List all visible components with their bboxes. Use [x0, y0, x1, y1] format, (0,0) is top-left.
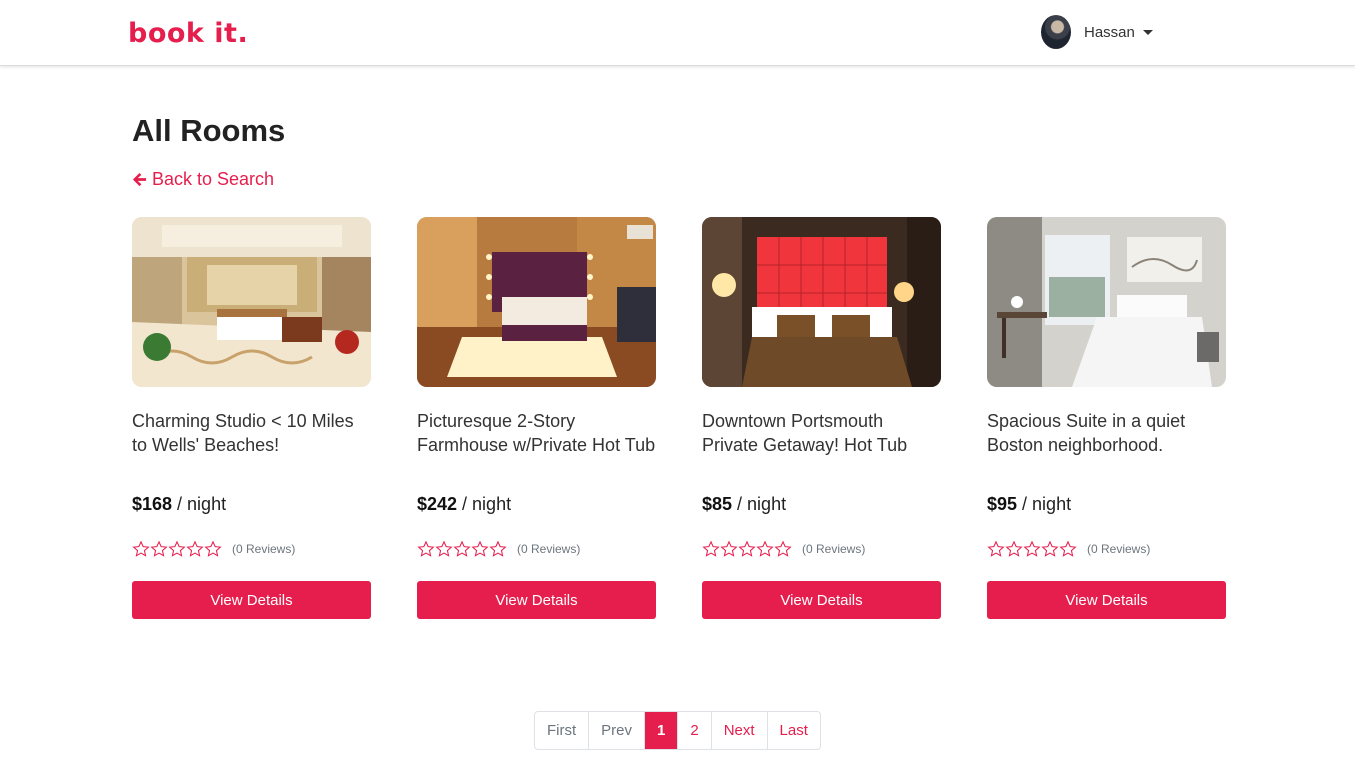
- room-rating: (0 Reviews): [702, 540, 865, 558]
- room-title[interactable]: Downtown Portsmouth Private Getaway! Hot…: [702, 409, 941, 457]
- pagination-next[interactable]: Next: [712, 712, 768, 749]
- star-empty-icon: [471, 540, 489, 557]
- brand-logo[interactable]: book it.: [128, 14, 248, 54]
- room-price: $85 / night: [702, 494, 787, 514]
- caret-down-icon: [1142, 29, 1153, 35]
- pagination-last[interactable]: Last: [768, 712, 820, 749]
- room-image[interactable]: [987, 217, 1226, 387]
- pagination-page-1[interactable]: 1: [645, 712, 679, 749]
- pagination-page-2[interactable]: 2: [678, 712, 712, 749]
- star-empty-icon: [186, 540, 204, 557]
- user-name: Hassan: [1084, 23, 1135, 41]
- room-card: Picturesque 2-Story Farmhouse w/Private …: [417, 217, 656, 619]
- star-empty-icon: [774, 540, 792, 557]
- star-empty-icon: [1041, 540, 1059, 557]
- user-menu[interactable]: Hassan: [1041, 15, 1153, 49]
- star-rating: [702, 540, 792, 558]
- room-price: $242 / night: [417, 494, 512, 514]
- star-empty-icon: [738, 540, 756, 557]
- star-empty-icon: [417, 540, 435, 557]
- pagination-first[interactable]: First: [535, 712, 590, 749]
- pagination: First Prev 1 2 Next Last: [534, 711, 821, 750]
- star-empty-icon: [702, 540, 720, 557]
- navbar: book it. Hassan: [0, 0, 1355, 66]
- page-title: All Rooms: [132, 113, 286, 148]
- user-avatar: [1041, 15, 1071, 49]
- star-empty-icon: [987, 540, 1005, 557]
- star-empty-icon: [168, 540, 186, 557]
- room-rating: (0 Reviews): [417, 540, 580, 558]
- star-empty-icon: [453, 540, 471, 557]
- view-details-button[interactable]: View Details: [417, 581, 656, 619]
- room-title[interactable]: Spacious Suite in a quiet Boston neighbo…: [987, 409, 1226, 457]
- back-link-label: Back to Search: [152, 169, 275, 189]
- room-card: Charming Studio < 10 Miles to Wells' Bea…: [132, 217, 371, 619]
- star-empty-icon: [1059, 540, 1077, 557]
- room-card: Downtown Portsmouth Private Getaway! Hot…: [702, 217, 941, 619]
- room-title[interactable]: Charming Studio < 10 Miles to Wells' Bea…: [132, 409, 371, 457]
- star-empty-icon: [756, 540, 774, 557]
- star-empty-icon: [489, 540, 507, 557]
- view-details-button[interactable]: View Details: [987, 581, 1226, 619]
- review-count: (0 Reviews): [802, 542, 866, 556]
- room-image[interactable]: [702, 217, 941, 387]
- star-empty-icon: [204, 540, 222, 557]
- back-to-search-link[interactable]: Back to Search: [132, 169, 274, 190]
- room-rating: (0 Reviews): [987, 540, 1150, 558]
- room-price: $95 / night: [987, 494, 1072, 514]
- star-rating: [132, 540, 222, 558]
- star-rating: [417, 540, 507, 558]
- star-rating: [987, 540, 1077, 558]
- star-empty-icon: [1005, 540, 1023, 557]
- star-empty-icon: [1023, 540, 1041, 557]
- star-empty-icon: [720, 540, 738, 557]
- room-image[interactable]: [417, 217, 656, 387]
- review-count: (0 Reviews): [1087, 542, 1151, 556]
- room-rating: (0 Reviews): [132, 540, 295, 558]
- star-empty-icon: [132, 540, 150, 557]
- star-empty-icon: [150, 540, 168, 557]
- view-details-button[interactable]: View Details: [132, 581, 371, 619]
- review-count: (0 Reviews): [517, 542, 581, 556]
- room-price: $168 / night: [132, 494, 227, 514]
- review-count: (0 Reviews): [232, 542, 296, 556]
- room-title[interactable]: Picturesque 2-Story Farmhouse w/Private …: [417, 409, 656, 457]
- room-card: Spacious Suite in a quiet Boston neighbo…: [987, 217, 1226, 619]
- pagination-prev[interactable]: Prev: [589, 712, 646, 749]
- room-image[interactable]: [132, 217, 371, 387]
- view-details-button[interactable]: View Details: [702, 581, 941, 619]
- star-empty-icon: [435, 540, 453, 557]
- arrow-left-icon: [132, 172, 147, 187]
